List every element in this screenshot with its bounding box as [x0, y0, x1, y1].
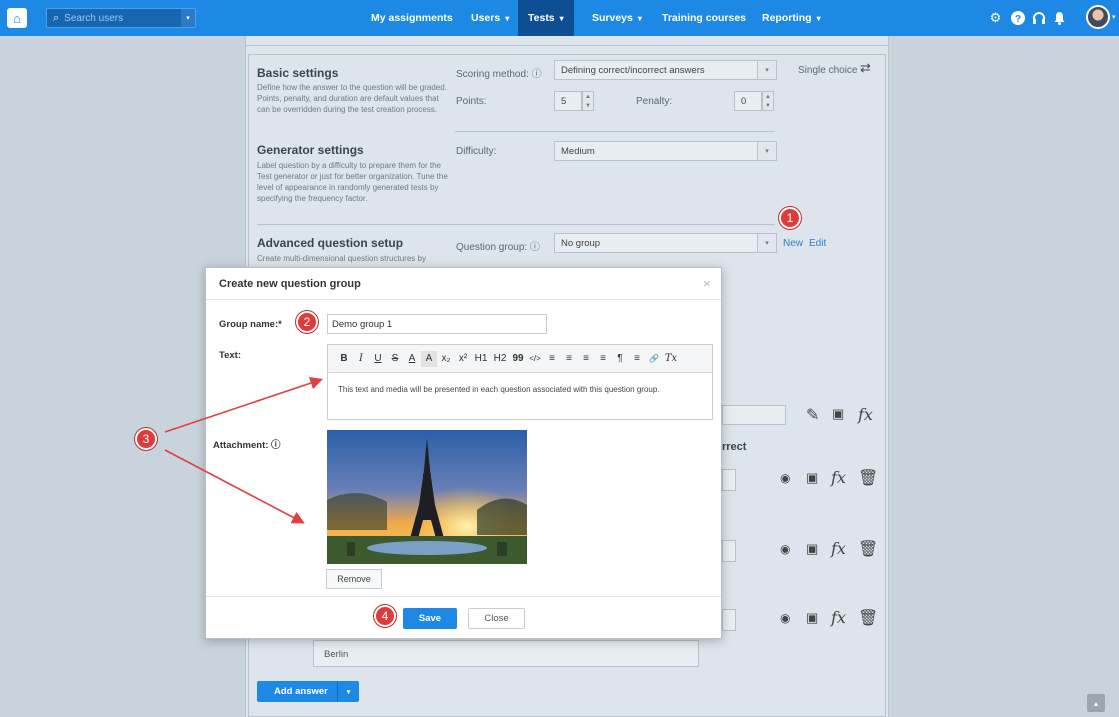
callout-badge-4: 4 — [374, 605, 396, 627]
callout-badge-1: 1 — [779, 207, 801, 229]
callout-badge-3: 3 — [135, 428, 157, 450]
annotation-arrows — [164, 376, 324, 524]
callout-badge-2: 2 — [296, 311, 318, 333]
